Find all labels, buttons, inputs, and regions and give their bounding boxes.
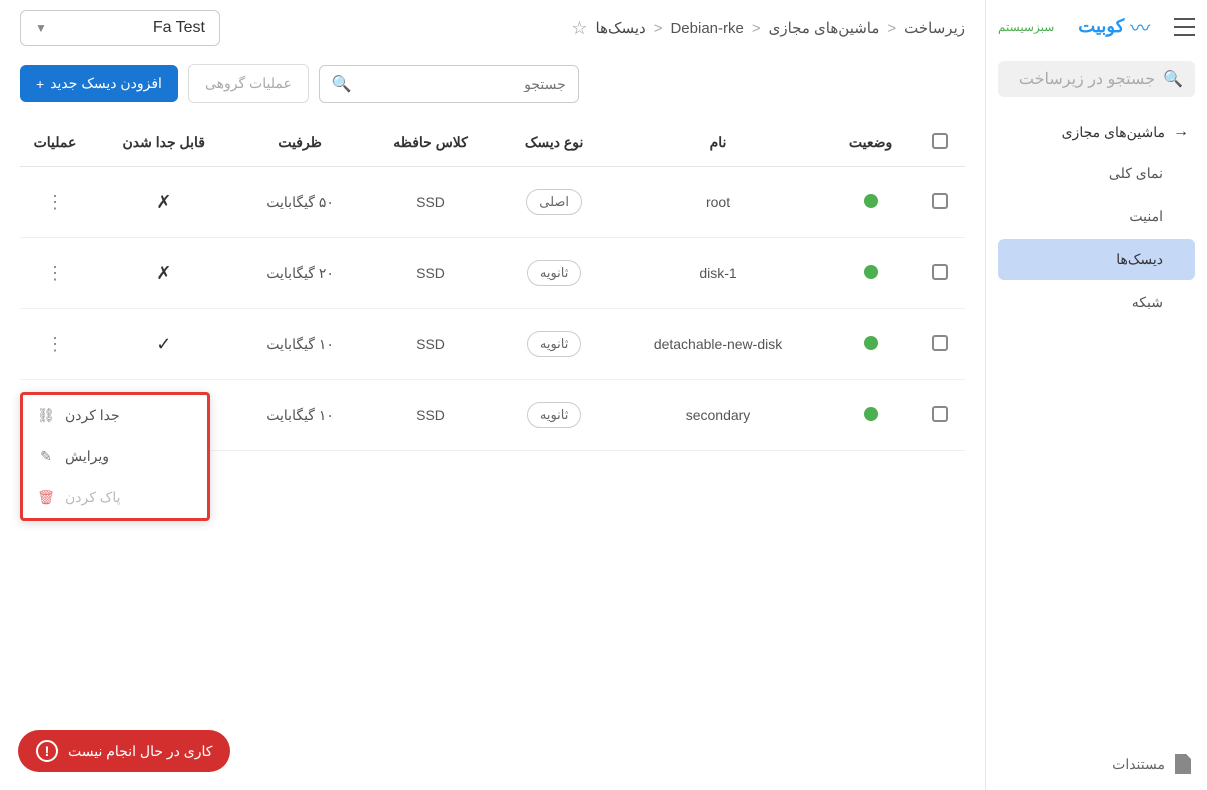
topbar: زیرساخت < ماشین‌های مجازی < Debian-rke <… xyxy=(0,0,985,56)
context-detach[interactable]: جدا کردن ⛓ xyxy=(23,395,207,436)
add-disk-label: افزودن دیسک جدید xyxy=(50,75,162,92)
cell-name: detachable-new-disk xyxy=(610,309,826,380)
select-all-checkbox[interactable] xyxy=(932,133,948,149)
cell-storage-class: SSD xyxy=(363,167,499,238)
row-menu-button[interactable]: ⋮ xyxy=(46,263,64,283)
table-row: detachable-new-disk ثانویه SSD۱۰ گیگابایت ✓… xyxy=(20,309,965,380)
context-delete-label: پاک کردن xyxy=(65,489,121,506)
status-dot-icon xyxy=(864,336,878,350)
x-icon: ✗ xyxy=(156,263,171,283)
row-menu-button[interactable]: ⋮ xyxy=(46,334,64,354)
brand-secondary: سبزسیستم xyxy=(998,20,1054,34)
add-disk-button[interactable]: افزودن دیسک جدید + xyxy=(20,65,178,102)
col-detachable: قابل جدا شدن xyxy=(90,119,237,167)
toolbar: 🔍 عملیات گروهی افزودن دیسک جدید + xyxy=(0,56,985,119)
cell-capacity: ۲۰ گیگابایت xyxy=(237,238,362,309)
col-disk-type: نوع دیسک xyxy=(498,119,610,167)
chevron-left-icon: < xyxy=(654,20,663,37)
context-edit[interactable]: ویرایش ✎ xyxy=(23,436,207,477)
disk-type-badge: اصلی xyxy=(526,189,582,215)
cell-name: secondary xyxy=(610,380,826,451)
breadcrumb-link[interactable]: ماشین‌های مجازی xyxy=(769,19,880,37)
sidebar-item-disks[interactable]: دیسک‌ها xyxy=(998,239,1195,280)
status-dot-icon xyxy=(864,194,878,208)
cell-storage-class: SSD xyxy=(363,309,499,380)
table-search[interactable]: 🔍 xyxy=(319,65,579,103)
document-icon xyxy=(1175,754,1191,774)
select-all-header xyxy=(915,119,965,167)
context-detach-label: جدا کردن xyxy=(65,407,120,424)
sidebar-nav: → ماشین‌های مجازی نمای کلی امنیت دیسک‌ها… xyxy=(986,105,1207,333)
cell-capacity: ۱۰ گیگابایت xyxy=(237,309,362,380)
breadcrumb-current: دیسک‌ها xyxy=(596,19,646,37)
brand-logo[interactable]: 〰 کوبیت xyxy=(1078,12,1150,41)
sidebar-search-placeholder: جستجو در زیرساخت xyxy=(1019,69,1155,89)
sidebar-item-overview[interactable]: نمای کلی xyxy=(998,153,1195,194)
x-icon: ✗ xyxy=(156,192,171,212)
status-pill-text: کاری در حال انجام نیست xyxy=(68,743,212,760)
project-select-value: Fa Test xyxy=(153,19,205,37)
row-menu-button[interactable]: ⋮ xyxy=(46,192,64,212)
cell-name: root xyxy=(610,167,826,238)
cell-storage-class: SSD xyxy=(363,380,499,451)
sidebar-header: 〰 کوبیت سبزسیستم xyxy=(986,0,1207,53)
col-capacity: ظرفیت xyxy=(237,119,362,167)
search-icon: 🔍 xyxy=(1163,69,1183,89)
status-dot-icon xyxy=(864,265,878,279)
star-icon[interactable]: ☆ xyxy=(571,18,587,39)
cell-name: disk-1 xyxy=(610,238,826,309)
sidebar: 〰 کوبیت سبزسیستم 🔍 جستجو در زیرساخت → ما… xyxy=(985,0,1207,790)
col-actions: عملیات xyxy=(20,119,90,167)
chevron-left-icon: < xyxy=(887,20,896,37)
bulk-actions-button[interactable]: عملیات گروهی xyxy=(188,64,309,103)
row-checkbox[interactable] xyxy=(932,193,948,209)
cell-capacity: ۵۰ گیگابایت xyxy=(237,167,362,238)
breadcrumb-link[interactable]: Debian-rke xyxy=(670,20,743,37)
row-checkbox[interactable] xyxy=(932,335,948,351)
cell-capacity: ۱۰ گیگابایت xyxy=(237,380,362,451)
disk-type-badge: ثانویه xyxy=(527,331,582,357)
caret-down-icon: ▼ xyxy=(35,21,47,35)
context-edit-label: ویرایش xyxy=(65,448,109,465)
status-pill[interactable]: کاری در حال انجام نیست ! xyxy=(18,730,230,772)
chevron-left-icon: < xyxy=(752,20,761,37)
row-checkbox[interactable] xyxy=(932,264,948,280)
project-selector[interactable]: ▼ Fa Test xyxy=(20,10,220,46)
brand-name: کوبیت xyxy=(1078,16,1124,37)
search-icon: 🔍 xyxy=(332,74,352,94)
sidebar-search[interactable]: 🔍 جستجو در زیرساخت xyxy=(998,61,1195,97)
sidebar-item-security[interactable]: امنیت xyxy=(998,196,1195,237)
table-row: root اصلی SSD۵۰ گیگابایت ✗ ⋮ xyxy=(20,167,965,238)
table-row: disk-1 ثانویه SSD۲۰ گیگابایت ✗ ⋮ xyxy=(20,238,965,309)
trash-icon: 🗑 xyxy=(37,489,55,506)
disk-type-badge: ثانویه xyxy=(527,260,582,286)
col-storage-class: کلاس حافظه xyxy=(363,119,499,167)
sidebar-docs-link[interactable]: مستندات xyxy=(986,738,1207,790)
breadcrumb-link[interactable]: زیرساخت xyxy=(904,19,965,37)
search-input[interactable] xyxy=(360,76,566,92)
sidebar-footer-label: مستندات xyxy=(1112,756,1165,773)
plus-icon: + xyxy=(36,76,44,92)
nav-back-vms[interactable]: → ماشین‌های مجازی xyxy=(998,113,1195,151)
pencil-icon: ✎ xyxy=(37,448,55,465)
arrow-right-icon: → xyxy=(1173,123,1189,141)
cell-storage-class: SSD xyxy=(363,238,499,309)
disk-type-badge: ثانویه xyxy=(527,402,582,428)
hamburger-icon[interactable] xyxy=(1174,18,1195,36)
brand-swoosh-icon: 〰 xyxy=(1130,12,1150,41)
alert-icon: ! xyxy=(36,740,58,762)
sidebar-item-network[interactable]: شبکه xyxy=(998,282,1195,323)
check-icon: ✓ xyxy=(156,334,171,354)
col-status: وضعیت xyxy=(826,119,915,167)
unlink-icon: ⛓ xyxy=(37,407,55,424)
status-dot-icon xyxy=(864,407,878,421)
context-delete: پاک کردن 🗑 xyxy=(23,477,207,518)
row-context-menu: جدا کردن ⛓ ویرایش ✎ پاک کردن 🗑 xyxy=(20,392,210,521)
breadcrumb: زیرساخت < ماشین‌های مجازی < Debian-rke <… xyxy=(230,18,965,39)
nav-header-label: ماشین‌های مجازی xyxy=(1062,124,1165,141)
col-name: نام xyxy=(610,119,826,167)
row-checkbox[interactable] xyxy=(932,406,948,422)
